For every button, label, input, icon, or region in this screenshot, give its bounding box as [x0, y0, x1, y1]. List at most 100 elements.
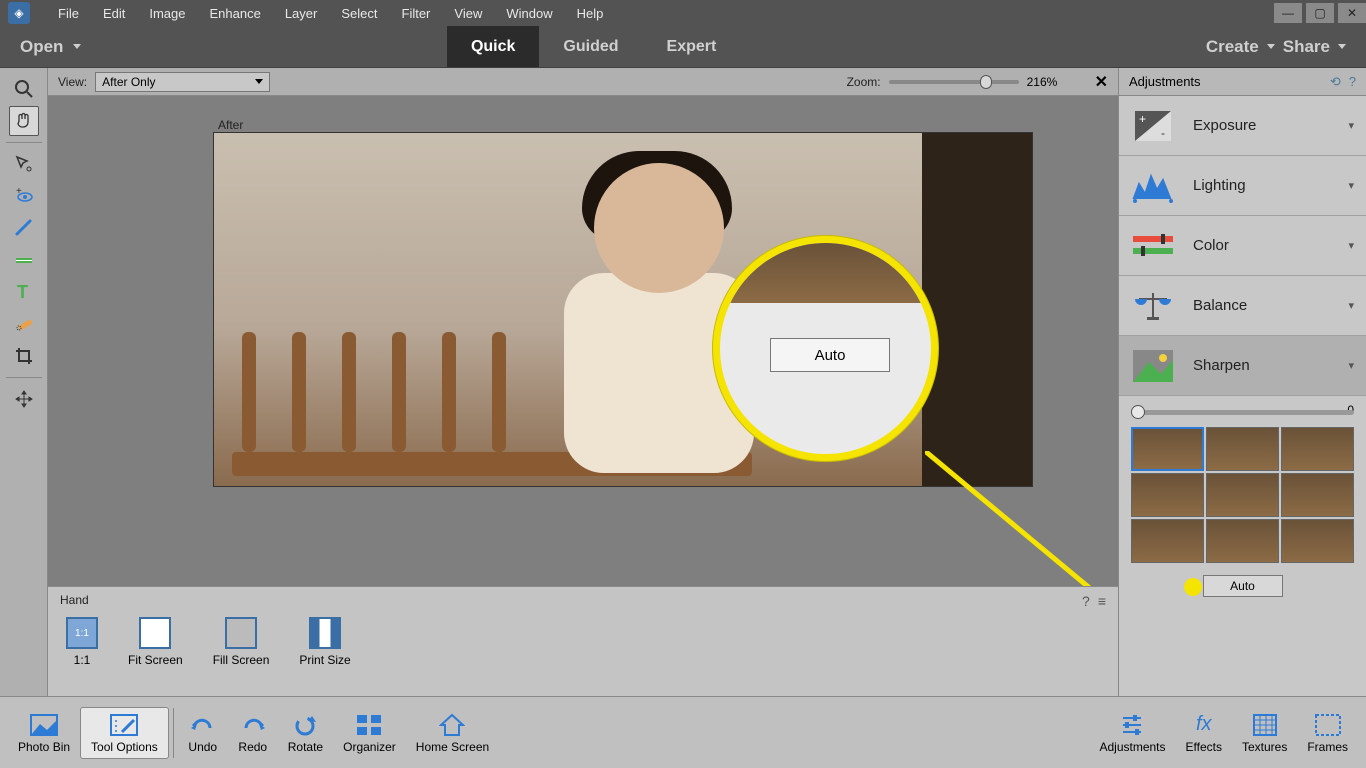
- bb-redo[interactable]: Redo: [228, 708, 278, 758]
- bb-label: Photo Bin: [18, 740, 70, 754]
- chevron-down-icon: ▾: [1348, 359, 1354, 372]
- zoom-tool[interactable]: [9, 74, 39, 104]
- adjustment-exposure[interactable]: +- Exposure ▾: [1119, 96, 1366, 156]
- adjustment-lighting[interactable]: Lighting ▾: [1119, 156, 1366, 216]
- effects-icon: fx: [1189, 712, 1219, 738]
- mode-tab-expert[interactable]: Expert: [643, 26, 741, 67]
- create-button[interactable]: Create: [1206, 37, 1275, 57]
- adjustment-color[interactable]: Color ▾: [1119, 216, 1366, 276]
- share-label: Share: [1283, 37, 1330, 57]
- after-label: After: [218, 118, 243, 132]
- bb-adjustments[interactable]: Adjustments: [1089, 708, 1175, 758]
- menu-file[interactable]: File: [46, 2, 91, 25]
- menu-select[interactable]: Select: [329, 2, 389, 25]
- magnifier-callout: Auto: [713, 236, 938, 461]
- bb-home-screen[interactable]: Home Screen: [406, 708, 499, 758]
- mode-tab-guided[interactable]: Guided: [539, 26, 642, 67]
- sharpen-preset-2[interactable]: [1206, 427, 1279, 471]
- hand-option-label: Print Size: [299, 653, 350, 667]
- panel-menu-icon[interactable]: ≡: [1098, 593, 1106, 609]
- bb-label: Textures: [1242, 740, 1287, 754]
- textures-icon: [1250, 712, 1280, 738]
- callout-auto-button: Auto: [770, 338, 890, 372]
- bb-label: Tool Options: [91, 740, 158, 754]
- bb-rotate[interactable]: Rotate: [278, 708, 333, 758]
- menu-edit[interactable]: Edit: [91, 2, 137, 25]
- mode-tab-quick[interactable]: Quick: [447, 26, 539, 67]
- hand-option-fill[interactable]: Fill Screen: [213, 617, 270, 667]
- chevron-down-icon: ▾: [1348, 239, 1354, 252]
- move-tool[interactable]: [9, 384, 39, 414]
- panel-help-icon[interactable]: ?: [1349, 74, 1356, 90]
- zoom-label: Zoom:: [847, 75, 881, 89]
- adjustments-header: Adjustments: [1129, 74, 1201, 89]
- hand-option-print[interactable]: Print Size: [299, 617, 350, 667]
- adjustment-sharpen[interactable]: Sharpen ▾: [1119, 336, 1366, 396]
- sharpen-preset-8[interactable]: [1206, 519, 1279, 563]
- spot-heal-tool[interactable]: [9, 309, 39, 339]
- bb-effects[interactable]: fxEffects: [1176, 708, 1232, 758]
- quick-select-tool[interactable]: [9, 149, 39, 179]
- window-minimize[interactable]: —: [1274, 3, 1302, 23]
- bb-label: Organizer: [343, 740, 396, 754]
- hand-option-fit[interactable]: Fit Screen: [128, 617, 183, 667]
- canvas-area[interactable]: After Auto: [48, 96, 1118, 586]
- panel-help-icon[interactable]: ?: [1082, 593, 1090, 609]
- share-button[interactable]: Share: [1283, 37, 1346, 57]
- reset-icon[interactable]: ⟲: [1330, 74, 1341, 90]
- chevron-down-icon: ▾: [1348, 299, 1354, 312]
- bb-organizer[interactable]: Organizer: [333, 708, 406, 758]
- window-maximize[interactable]: ▢: [1306, 3, 1334, 23]
- bb-label: Adjustments: [1099, 740, 1165, 754]
- redeye-tool[interactable]: +: [9, 181, 39, 211]
- organizer-icon: [354, 712, 384, 738]
- hand-option-label: Fill Screen: [213, 653, 270, 667]
- bb-label: Frames: [1307, 740, 1348, 754]
- bb-textures[interactable]: Textures: [1232, 708, 1297, 758]
- zoom-slider-thumb[interactable]: [980, 75, 992, 89]
- close-document[interactable]: ✕: [1095, 72, 1108, 92]
- sharpen-preset-5[interactable]: [1206, 473, 1279, 517]
- menu-view[interactable]: View: [442, 2, 494, 25]
- app-icon: ◈: [8, 2, 30, 24]
- adjustment-balance[interactable]: Balance ▾: [1119, 276, 1366, 336]
- sharpen-preset-4[interactable]: [1131, 473, 1204, 517]
- sharpen-preset-7[interactable]: [1131, 519, 1204, 563]
- window-close[interactable]: ✕: [1338, 3, 1366, 23]
- sharpen-auto-button[interactable]: Auto: [1203, 575, 1283, 597]
- svg-text:+: +: [16, 186, 22, 197]
- hand-option-1to1[interactable]: 1:11:1: [66, 617, 98, 667]
- open-button[interactable]: Open: [0, 37, 101, 57]
- chevron-down-icon: [1338, 44, 1346, 49]
- tool-options-title: Hand: [60, 593, 1106, 607]
- whiten-teeth-tool[interactable]: [9, 213, 39, 243]
- bb-photo-bin[interactable]: Photo Bin: [8, 708, 80, 758]
- sharpen-preset-9[interactable]: [1281, 519, 1354, 563]
- bb-frames[interactable]: Frames: [1297, 708, 1358, 758]
- type-tool[interactable]: T: [9, 277, 39, 307]
- hand-option-label: 1:1: [74, 653, 91, 667]
- zoom-value: 216%: [1027, 75, 1067, 89]
- menu-layer[interactable]: Layer: [273, 2, 330, 25]
- bb-tool-options[interactable]: Tool Options: [80, 707, 169, 759]
- crop-tool[interactable]: [9, 341, 39, 371]
- hand-tool[interactable]: [9, 106, 39, 136]
- sharpen-preset-3[interactable]: [1281, 427, 1354, 471]
- menu-window[interactable]: Window: [494, 2, 564, 25]
- menu-filter[interactable]: Filter: [390, 2, 443, 25]
- create-label: Create: [1206, 37, 1259, 57]
- zoom-slider[interactable]: [889, 80, 1019, 84]
- bb-label: Home Screen: [416, 740, 489, 754]
- bb-undo[interactable]: Undo: [178, 708, 228, 758]
- menu-enhance[interactable]: Enhance: [198, 2, 273, 25]
- sharpen-slider-thumb[interactable]: [1131, 405, 1145, 419]
- view-select[interactable]: After Only: [95, 72, 270, 92]
- straighten-tool[interactable]: [9, 245, 39, 275]
- sharpen-slider[interactable]: [1131, 410, 1354, 415]
- menu-image[interactable]: Image: [137, 2, 197, 25]
- sharpen-preset-6[interactable]: [1281, 473, 1354, 517]
- sharpen-panel: 0 Auto: [1119, 396, 1366, 609]
- sharpen-preset-1[interactable]: [1131, 427, 1204, 471]
- sharpen-preset-grid: [1131, 427, 1354, 563]
- menu-help[interactable]: Help: [565, 2, 616, 25]
